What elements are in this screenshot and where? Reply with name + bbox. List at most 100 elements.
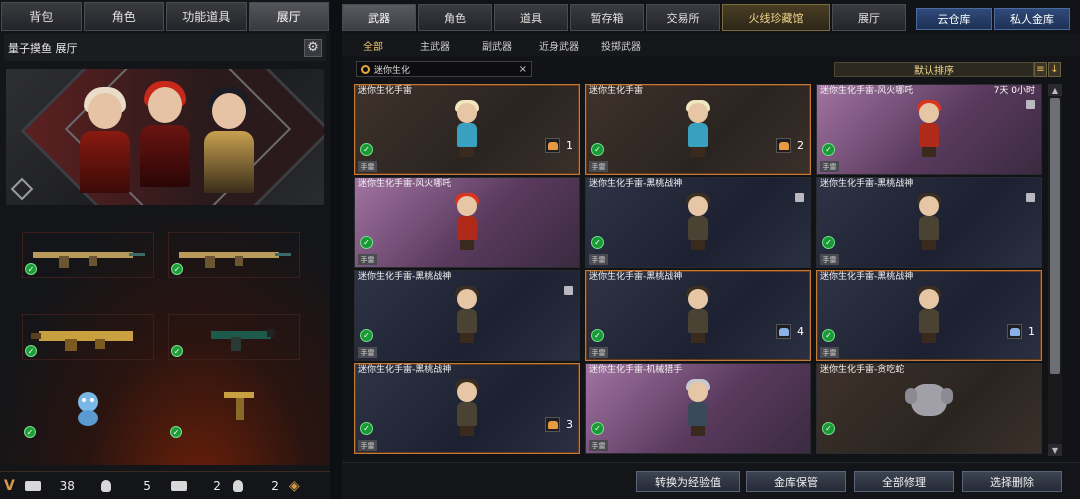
character-1 [76, 87, 134, 193]
cloud-storage-button[interactable]: 云仓库 [916, 8, 992, 30]
item-card[interactable]: 迷你生化手雷 ✓ 手雷 2 [585, 84, 811, 175]
repair-all-button[interactable]: 全部修理 [854, 471, 954, 492]
item-title: 迷你生化手雷 [358, 86, 413, 96]
owned-check-icon: ✓ [591, 236, 604, 249]
select-delete-button[interactable]: 选择删除 [962, 471, 1062, 492]
left-tab-items[interactable]: 功能道具 [166, 2, 247, 31]
item-figure-icon [684, 286, 712, 343]
owned-check-icon: ✓ [360, 422, 373, 435]
weapon-slot[interactable]: ✓ [22, 314, 154, 360]
owned-check-icon: ✓ [360, 329, 373, 342]
item-type-tag: 手雷 [820, 254, 839, 265]
tab-storage-box[interactable]: 暂存箱 [570, 4, 644, 31]
vault-store-button[interactable]: 金库保管 [746, 471, 846, 492]
left-tab-showroom[interactable]: 展厅 [248, 2, 329, 31]
search-icon [361, 64, 370, 74]
item-title: 迷你生化手雷-机械猎手 [589, 365, 683, 375]
item-card[interactable]: 迷你生化手雷-风火哪吒 7天 0小时 ✓ 手雷 [816, 84, 1042, 175]
subtab-primary[interactable]: 主武器 [404, 34, 466, 56]
box-icon [776, 324, 791, 339]
item-card[interactable]: 迷你生化手雷 ✓ 手雷 1 [354, 84, 580, 175]
tab-characters[interactable]: 角色 [418, 4, 492, 31]
owned-check-icon: ✓ [822, 143, 835, 156]
lock-icon [564, 286, 573, 295]
owned-check-icon: ✓ [591, 422, 604, 435]
item-title: 迷你生化手雷-黑桃战神 [358, 365, 452, 375]
tab-showroom[interactable]: 展厅 [832, 4, 906, 31]
item-type-tag: 手雷 [589, 347, 608, 358]
weapon-slot[interactable]: ✓ [168, 232, 300, 278]
left-tab-character[interactable]: 角色 [83, 2, 164, 31]
item-type-tag: 手雷 [589, 440, 608, 451]
scrollbar[interactable]: ▲ ▼ [1048, 84, 1062, 456]
lock-icon [1026, 100, 1035, 109]
private-vault-button[interactable]: 私人金库 [994, 8, 1070, 30]
gun-icon [24, 480, 41, 491]
weapon-slot[interactable]: ✓ [168, 392, 300, 438]
scroll-thumb[interactable] [1050, 98, 1060, 374]
left-panel: 背包 角色 功能道具 展厅 量子摸鱼 展厅 ⚙ ✓ ✓ ✓ ✓ ✓ ✓ V 38… [0, 0, 330, 499]
item-card[interactable]: 迷你生化手雷-风火哪吒 ✓ 手雷 [354, 177, 580, 268]
weapon-slot[interactable]: ✓ [22, 392, 154, 438]
box-icon [545, 138, 560, 153]
item-card[interactable]: 迷你生化手雷-黑桃战神 ✓ 手雷 [585, 177, 811, 268]
subtab-throwable[interactable]: 投掷武器 [590, 34, 652, 56]
item-card[interactable]: 迷你生化手雷-黑桃战神 ✓ 手雷 4 [585, 270, 811, 361]
item-count-value: 3 [566, 418, 573, 431]
right-panel: 武器 角色 道具 暂存箱 交易所 火线珍藏馆 展厅 云仓库 私人金库 全部 主武… [342, 0, 1080, 499]
sort-dropdown[interactable]: 默认排序 [834, 62, 1034, 77]
item-title: 迷你生化手雷-黑桃战神 [589, 272, 683, 282]
left-tab-backpack[interactable]: 背包 [1, 2, 82, 31]
item-card[interactable]: 迷你生化手雷-黑桃战神 ✓ 手雷 3 [354, 363, 580, 454]
rank-logo-icon: ◈ [288, 477, 300, 494]
owned-check-icon: ✓ [360, 143, 373, 156]
character-2 [136, 81, 194, 187]
item-card[interactable]: 迷你生化手雷-机械猎手 ✓ 手雷 [585, 363, 811, 454]
weapon-slot[interactable]: ✓ [168, 314, 300, 360]
clear-search-icon[interactable]: × [519, 64, 527, 75]
weapon-slot[interactable]: ✓ [22, 232, 154, 278]
item-type-tag: 手雷 [358, 347, 377, 358]
bottom-action-bar: 转换为经验值 金库保管 全部修理 选择删除 [342, 462, 1080, 499]
scroll-down-icon[interactable]: ▼ [1048, 444, 1062, 456]
arrow-down-icon[interactable]: ↓ [1048, 62, 1061, 77]
item-title: 迷你生化手雷-贪吃蛇 [820, 365, 905, 375]
storage-buttons: 云仓库 私人金库 [914, 8, 1070, 30]
lock-icon [795, 193, 804, 202]
equipped-check-icon: ✓ [170, 426, 182, 438]
item-card[interactable]: 迷你生化手雷-黑桃战神 ✓ 手雷 [354, 270, 580, 361]
skull-icon [232, 479, 243, 492]
item-count-value: 4 [797, 325, 804, 338]
list-icon[interactable]: ≡ [1034, 62, 1047, 77]
tab-collection[interactable]: 火线珍藏馆 [722, 4, 830, 31]
subtab-secondary[interactable]: 副武器 [466, 34, 528, 56]
showroom-mark-icon[interactable] [10, 177, 34, 201]
stat-pistols: 2 [170, 479, 221, 493]
item-type-tag: 手雷 [820, 161, 839, 172]
item-card[interactable]: 迷你生化手雷-贪吃蛇 ✓ [816, 363, 1042, 454]
subtab-all[interactable]: 全部 [342, 34, 404, 56]
item-title: 迷你生化手雷 [589, 86, 644, 96]
item-figure-icon [453, 379, 481, 436]
showroom-header: 量子摸鱼 展厅 ⚙ [4, 34, 326, 61]
tab-props[interactable]: 道具 [494, 4, 568, 31]
scroll-up-icon[interactable]: ▲ [1048, 84, 1062, 96]
item-count: 3 [545, 416, 573, 433]
tab-weapons[interactable]: 武器 [342, 4, 416, 31]
gear-icon[interactable]: ⚙ [304, 38, 322, 57]
search-input[interactable]: 迷你生化 × [356, 61, 532, 77]
item-card[interactable]: 迷你生化手雷-黑桃战神 ✓ 手雷 [816, 177, 1042, 268]
convert-to-exp-button[interactable]: 转换为经验值 [636, 471, 740, 492]
character-3 [200, 87, 258, 193]
tab-exchange[interactable]: 交易所 [646, 4, 720, 31]
item-title: 迷你生化手雷-风火哪吒 [358, 179, 452, 189]
equipped-check-icon: ✓ [25, 345, 37, 357]
box-icon [1007, 324, 1022, 339]
weapon-slots: ✓ ✓ ✓ ✓ ✓ ✓ [0, 220, 330, 465]
item-time-remaining: 7天 0小时 [993, 86, 1035, 96]
stat-pistols-kills: 2 [232, 479, 279, 493]
item-card[interactable]: 迷你生化手雷-黑桃战神 ✓ 手雷 1 [816, 270, 1042, 361]
gun-icon [170, 480, 187, 491]
item-figure-icon [453, 193, 481, 250]
subtab-melee[interactable]: 近身武器 [528, 34, 590, 56]
